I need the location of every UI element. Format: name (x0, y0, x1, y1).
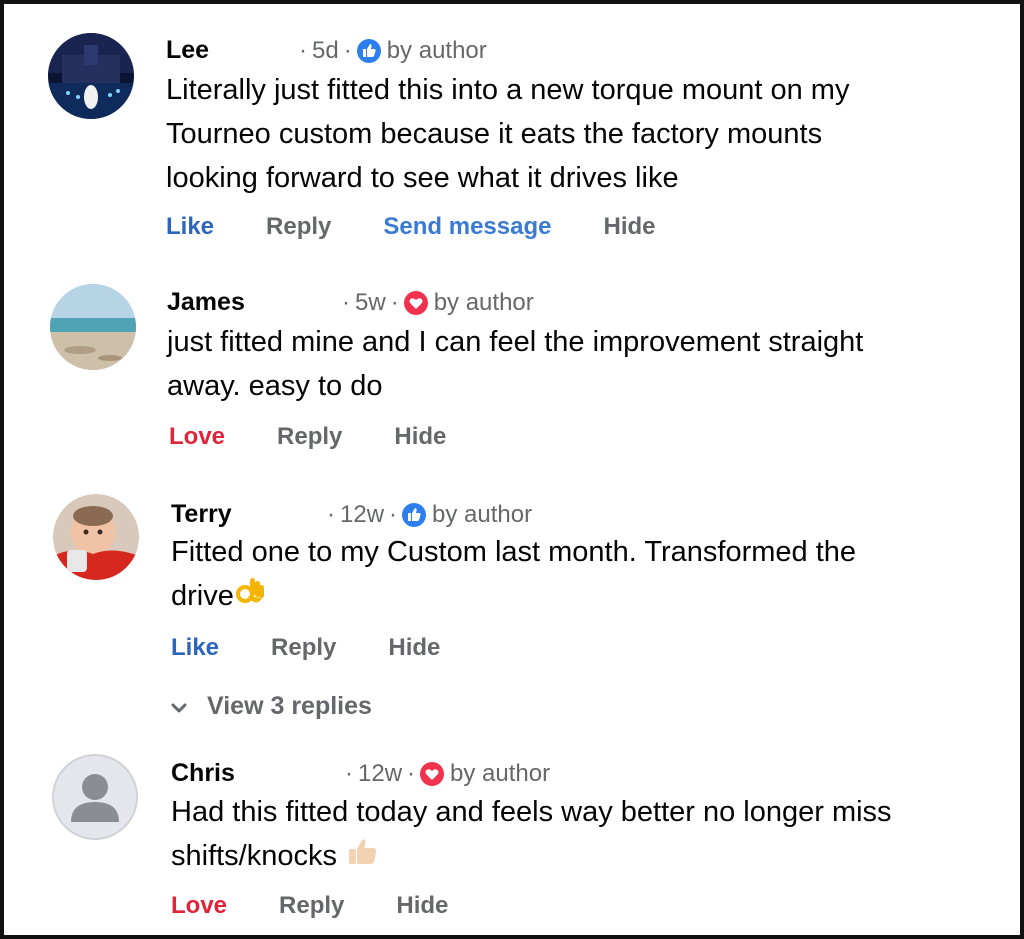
like-button[interactable]: Like (166, 213, 214, 241)
avatar-chris[interactable] (52, 754, 138, 840)
author-name[interactable]: James (167, 288, 245, 317)
by-author-label: by author (433, 289, 534, 316)
love-reaction-icon (403, 291, 428, 315)
author-name[interactable]: Lee (166, 36, 209, 65)
comment-actions: Love Reply Hide (169, 423, 446, 451)
avatar-terry[interactable] (53, 494, 139, 580)
chevron-down-icon (171, 692, 187, 721)
comment-actions: Like Reply Hide (171, 634, 440, 662)
avatar-lee[interactable] (48, 33, 134, 119)
comment-meta: · 12w · by author (327, 501, 533, 529)
comment-text: Fitted one to my Custom last month. Tran… (171, 530, 856, 621)
like-reaction-icon (402, 503, 427, 527)
reply-button[interactable]: Reply (277, 423, 342, 451)
timestamp[interactable]: 5w (355, 289, 386, 317)
view-replies-label: View 3 replies (207, 692, 372, 720)
comment-meta: · 5w · by author (342, 289, 534, 317)
reply-button[interactable]: Reply (266, 213, 331, 241)
like-button[interactable]: Like (171, 634, 219, 662)
comment-text: Literally just fitted this into a new to… (166, 74, 850, 194)
avatar-james[interactable] (50, 284, 136, 370)
timestamp[interactable]: 5d (312, 37, 339, 65)
hide-button[interactable]: Hide (603, 213, 655, 241)
love-reaction-icon (420, 762, 445, 786)
author-name[interactable]: Chris (171, 759, 235, 788)
comment-text: just fitted mine and I can feel the impr… (167, 326, 864, 402)
hide-button[interactable]: Hide (396, 892, 448, 920)
reply-button[interactable]: Reply (271, 634, 336, 662)
send-message-button[interactable]: Send message (383, 213, 551, 241)
by-author-label: by author (450, 760, 551, 787)
by-author-label: by author (386, 37, 487, 64)
by-author-label: by author (432, 501, 533, 528)
comment-meta: · 5d · by author (299, 37, 487, 65)
timestamp[interactable]: 12w (340, 501, 384, 529)
hide-button[interactable]: Hide (388, 634, 440, 662)
thumbs-up-emoji (347, 835, 379, 879)
comment-text: Had this fitted today and feels way bett… (171, 790, 892, 879)
ok-hand-emoji (235, 574, 266, 621)
like-reaction-icon (356, 39, 381, 63)
comment-meta: · 12w · by author (345, 760, 551, 788)
hide-button[interactable]: Hide (394, 423, 446, 451)
comment-actions: Like Reply Send message Hide (166, 213, 656, 241)
timestamp[interactable]: 12w (358, 760, 402, 788)
love-button[interactable]: Love (169, 423, 225, 451)
author-name[interactable]: Terry (171, 500, 232, 529)
reply-button[interactable]: Reply (279, 892, 344, 920)
love-button[interactable]: Love (171, 892, 227, 920)
comment-actions: Love Reply Hide (171, 892, 448, 920)
comment-thread: Lee · 5d · by author Literally just fitt… (0, 0, 1024, 939)
view-replies-button[interactable]: View 3 replies (171, 692, 372, 721)
